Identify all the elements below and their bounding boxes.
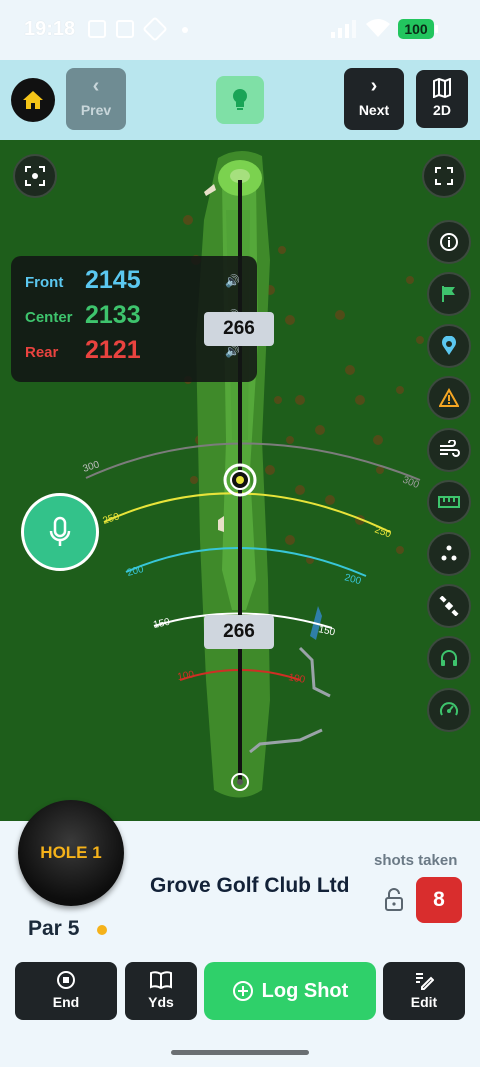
satellite-icon [439, 596, 459, 616]
info-icon [440, 233, 458, 251]
map-icon [433, 78, 451, 98]
info-button[interactable] [427, 220, 471, 264]
measure-button[interactable] [427, 480, 471, 524]
home-indicator[interactable] [171, 1050, 309, 1055]
arc-label-150: 150 [152, 617, 171, 631]
edit-button[interactable]: Edit [383, 962, 465, 1020]
battery-indicator: 100 [398, 19, 438, 39]
end-label: End [52, 994, 80, 1010]
hazard-button[interactable] [427, 376, 471, 420]
yds-label: Yds [148, 994, 174, 1010]
front-value: 2145 [85, 266, 141, 294]
end-button[interactable]: End [15, 962, 117, 1020]
speed-button[interactable] [427, 688, 471, 732]
prev-label: Prev [80, 102, 112, 118]
satellite-button[interactable] [427, 584, 471, 628]
shots-button[interactable] [427, 532, 471, 576]
hole-badge[interactable]: HOLE 1 [18, 800, 124, 906]
par-indicator-dot [97, 925, 107, 935]
location-icon [142, 16, 168, 42]
target-dot [236, 476, 244, 484]
lightbulb-icon [233, 89, 247, 110]
dots-icon [441, 545, 457, 561]
focus-icon [25, 166, 45, 186]
chevron-right-icon: › [370, 75, 378, 97]
yds-button[interactable]: Yds [125, 962, 197, 1020]
stop-icon [57, 971, 75, 989]
book-icon [150, 971, 172, 990]
par-label: Par 5 [28, 917, 80, 940]
arc-label-200: 200 [126, 564, 145, 579]
prev-hole-button[interactable]: ‹ Prev [66, 68, 126, 130]
edit-icon [416, 973, 434, 990]
location-pin-icon [442, 336, 456, 355]
hole-layout: 300 250 200 150 100 250 200 150 100 300 [82, 150, 424, 798]
signal-icon [331, 20, 356, 38]
view-2d-button[interactable]: 2D [416, 70, 468, 128]
gauge-icon [440, 702, 458, 716]
home-button[interactable] [11, 78, 55, 122]
target-distance-label: 266 [204, 312, 274, 346]
arc-label-250: 250 [102, 511, 122, 527]
status-bar: 19:18 100 [0, 0, 480, 60]
recenter-button[interactable] [13, 154, 57, 198]
notification-dot [182, 27, 188, 33]
wifi-icon [366, 19, 390, 37]
warning-icon [439, 388, 459, 407]
club-name: Grove Golf Club Ltd [150, 874, 350, 897]
course-map[interactable]: 300 250 200 150 100 250 200 150 100 300 [0, 140, 480, 821]
home-icon [23, 91, 43, 109]
arc-label-250-right: 250 [373, 524, 393, 540]
expand-icon [435, 167, 453, 185]
status-time: 19:18 [24, 18, 76, 40]
arc-label-300-right: 300 [401, 475, 421, 492]
gmail-icon [116, 20, 134, 38]
log-shot-button[interactable]: Log Shot [204, 962, 376, 1020]
lock-icon[interactable] [384, 888, 404, 912]
chevron-left-icon: ‹ [92, 75, 100, 97]
shots-taken-label: shots taken [374, 852, 458, 869]
arc-label-200-right: 200 [343, 572, 362, 587]
mail-icon [88, 20, 106, 38]
fullscreen-button[interactable] [422, 154, 466, 198]
flag-icon [442, 286, 455, 302]
center-value: 2133 [85, 301, 141, 329]
next-label: Next [358, 102, 390, 118]
plus-circle-icon [232, 981, 253, 1001]
tip-button[interactable] [216, 76, 264, 124]
audio-button[interactable] [427, 636, 471, 680]
voice-button[interactable] [21, 493, 99, 571]
arc-label-100-right: 100 [287, 672, 306, 686]
log-shot-label: Log Shot [261, 979, 349, 1002]
wind-button[interactable] [427, 428, 471, 472]
edit-label: Edit [410, 994, 438, 1010]
shots-count-badge[interactable]: 8 [416, 877, 462, 923]
arc-label-100: 100 [177, 669, 196, 683]
microphone-icon [49, 516, 71, 546]
arc-label-150-right: 150 [317, 624, 336, 638]
tee-marker-dot [237, 779, 243, 785]
next-hole-button[interactable]: › Next [344, 68, 404, 130]
tee-distance-label: 266 [204, 615, 274, 649]
top-toolbar: ‹ Prev › Next 2D [0, 60, 480, 140]
speaker-icon[interactable]: 🔊 [225, 274, 240, 288]
headphones-icon [441, 650, 457, 666]
flag-button[interactable] [427, 272, 471, 316]
pin-button[interactable] [427, 324, 471, 368]
view-label: 2D [433, 102, 451, 118]
ruler-icon [438, 496, 460, 508]
rear-value: 2121 [85, 336, 141, 364]
wind-icon [440, 440, 460, 457]
speaker-icon[interactable]: 🔊 [225, 344, 240, 358]
